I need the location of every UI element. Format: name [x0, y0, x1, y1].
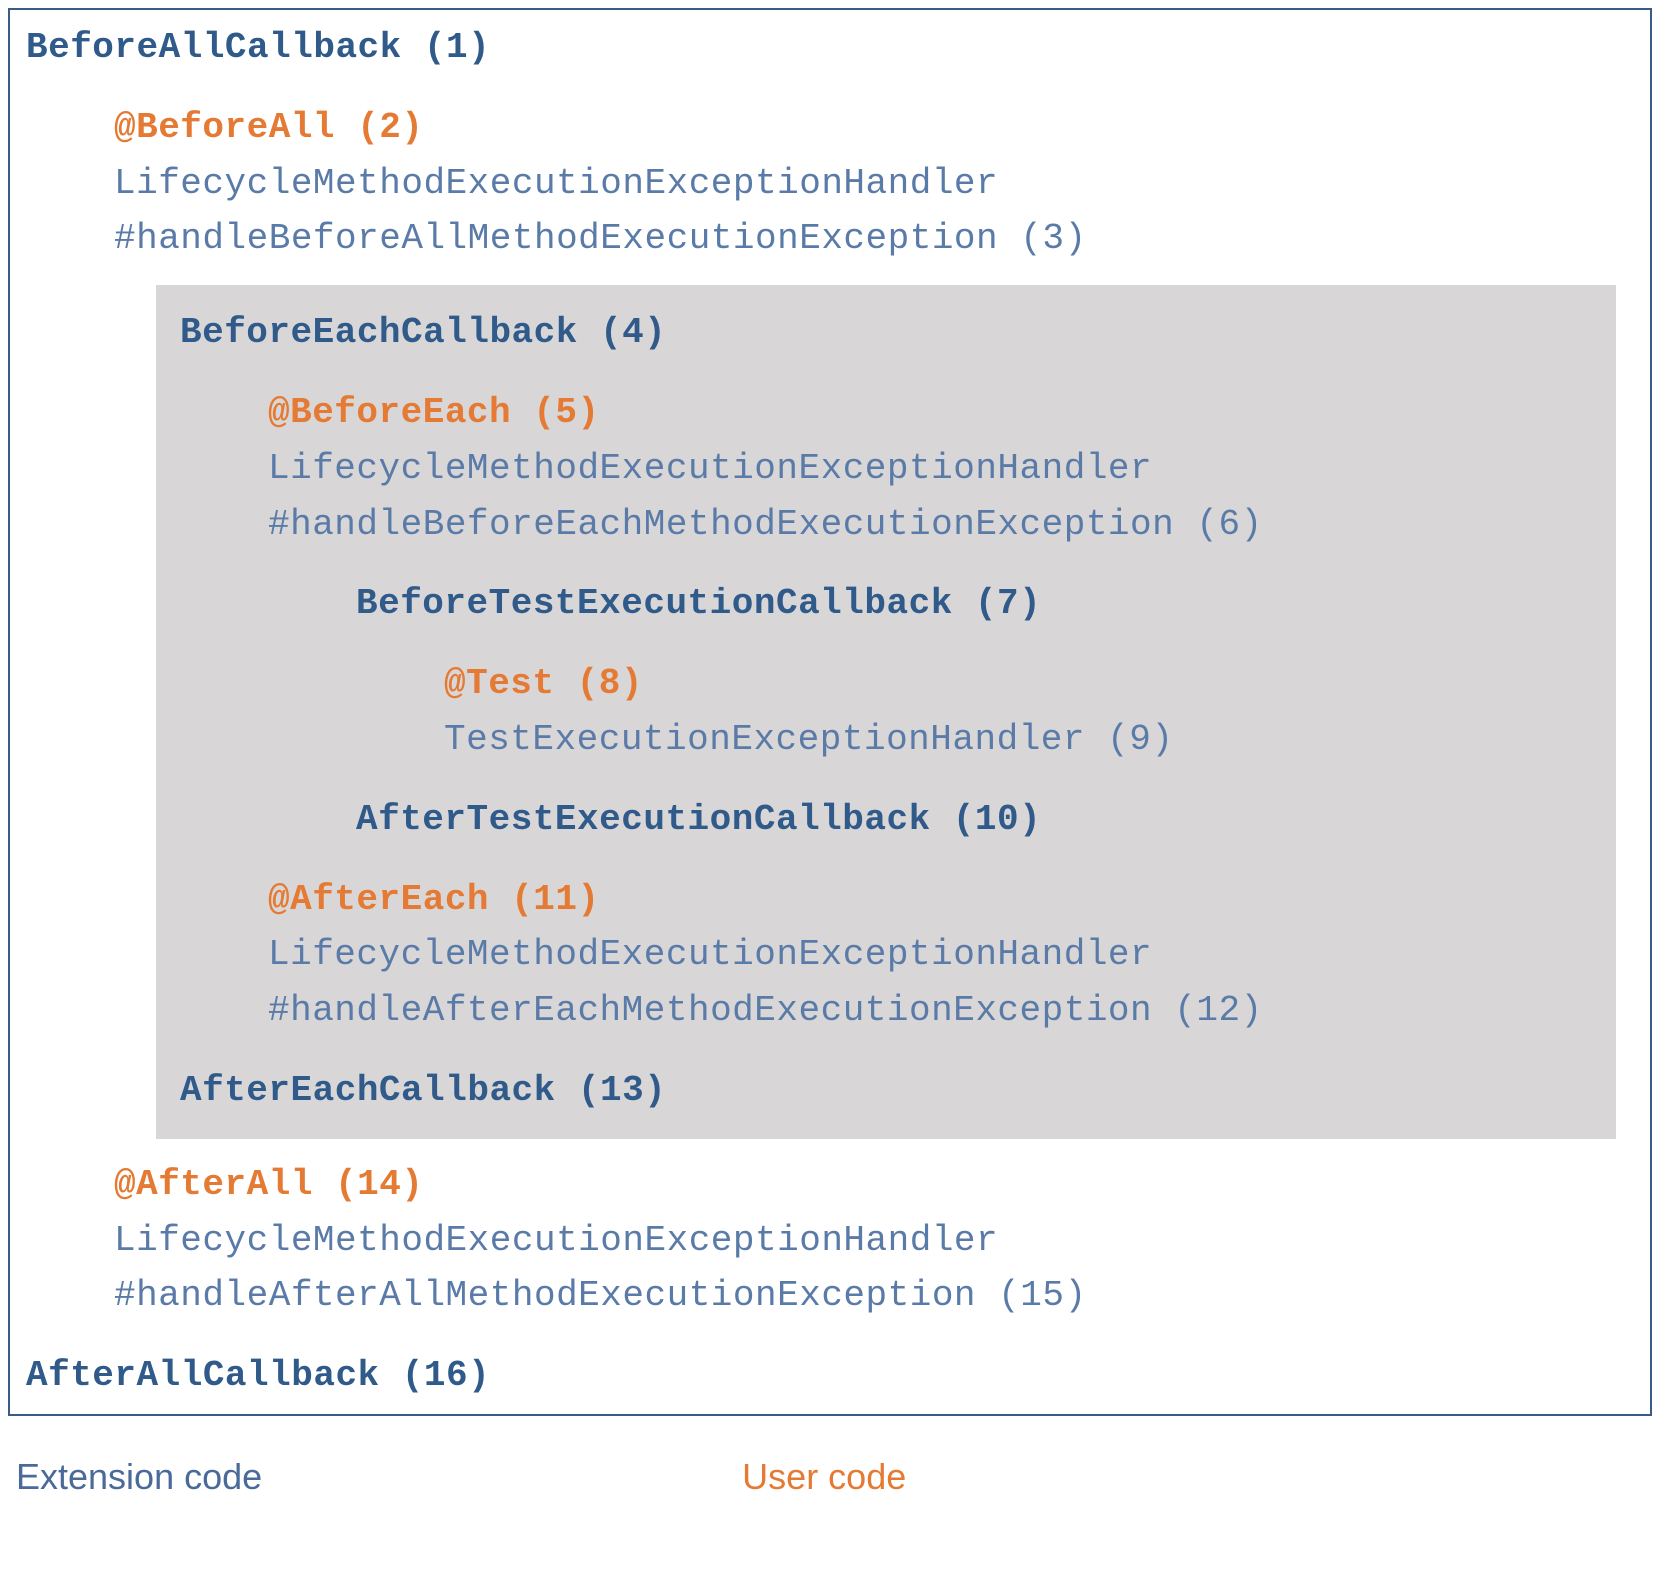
- spacer: [180, 632, 1592, 656]
- inner-gray-box: BeforeEachCallback (4) @BeforeEach (5) L…: [156, 285, 1616, 1139]
- test-annotation: @Test (8): [180, 656, 1592, 712]
- after-each-annotation: @AfterEach (11): [180, 872, 1592, 928]
- legend: Extension code User code: [8, 1416, 1654, 1506]
- before-all-annotation: @BeforeAll (2): [26, 100, 1634, 156]
- after-each-handler-line1: LifecycleMethodExecutionExceptionHandler: [180, 927, 1592, 983]
- spacer: [26, 1324, 1634, 1348]
- after-each-handler-line2: #handleAfterEachMethodExecutionException…: [180, 983, 1592, 1039]
- before-test-execution-callback: BeforeTestExecutionCallback (7): [180, 576, 1592, 632]
- after-all-callback: AfterAllCallback (16): [26, 1348, 1634, 1404]
- before-all-handler-line2: #handleBeforeAllMethodExecutionException…: [26, 211, 1634, 267]
- spacer: [180, 768, 1592, 792]
- after-all-handler-line2: #handleAfterAllMethodExecutionException …: [26, 1268, 1634, 1324]
- after-all-handler-line1: LifecycleMethodExecutionExceptionHandler: [26, 1213, 1634, 1269]
- lifecycle-diagram-outer: BeforeAllCallback (1) @BeforeAll (2) Lif…: [8, 8, 1652, 1416]
- before-all-handler-line1: LifecycleMethodExecutionExceptionHandler: [26, 156, 1634, 212]
- legend-extension-code: Extension code: [16, 1456, 262, 1498]
- spacer: [26, 76, 1634, 100]
- spacer: [180, 361, 1592, 385]
- test-execution-exception-handler: TestExecutionExceptionHandler (9): [180, 712, 1592, 768]
- spacer: [180, 848, 1592, 872]
- spacer: [180, 552, 1592, 576]
- before-each-annotation: @BeforeEach (5): [180, 385, 1592, 441]
- before-each-callback: BeforeEachCallback (4): [180, 305, 1592, 361]
- spacer: [180, 1039, 1592, 1063]
- before-each-handler-line1: LifecycleMethodExecutionExceptionHandler: [180, 441, 1592, 497]
- after-all-annotation: @AfterAll (14): [26, 1157, 1634, 1213]
- before-each-handler-line2: #handleBeforeEachMethodExecutionExceptio…: [180, 497, 1592, 553]
- legend-user-code: User code: [742, 1456, 906, 1498]
- after-each-callback: AfterEachCallback (13): [180, 1063, 1592, 1119]
- before-all-callback: BeforeAllCallback (1): [26, 20, 1634, 76]
- after-test-execution-callback: AfterTestExecutionCallback (10): [180, 792, 1592, 848]
